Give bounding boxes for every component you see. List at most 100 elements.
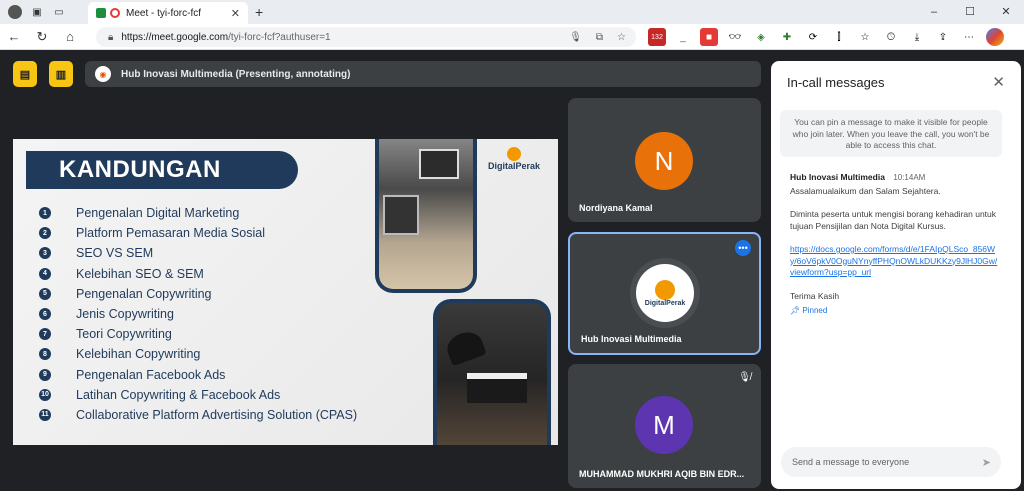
item-number: 3 [39,247,51,260]
list-item: 8 Kelebihan Copywriting [39,344,357,364]
window-controls: – ☐ ✕ [916,0,1024,24]
extension-puzzle-green-icon[interactable]: ✚ [778,28,796,46]
digitalperak-mark-icon [655,279,675,300]
close-tab-icon[interactable]: ✕ [231,7,240,20]
send-icon[interactable]: ➤ [982,456,991,469]
more-options-icon[interactable]: ••• [735,240,751,256]
minimize-button[interactable]: – [916,0,952,24]
microphone-icon[interactable]: 🎙︎ [569,32,582,43]
item-number: 5 [39,287,51,300]
avatar: DigitalPerak [636,264,694,322]
list-item: 9 Pengenalan Facebook Ads [39,365,357,385]
profile-avatar-icon[interactable] [8,5,22,19]
chat-info-note: You can pin a message to make it visible… [780,110,1002,157]
slide-photo-workspace [375,139,477,293]
url-path: /tyi-forc-fcf?authuser=1 [228,31,331,43]
presenter-avatar: ◉ [95,66,111,82]
split-screen-icon[interactable]: ⫿ [830,28,848,46]
close-icon[interactable]: ✕ [992,73,1005,91]
digitalperak-mark-icon [507,147,521,161]
item-text: Platform Pemasaran Media Sosial [76,226,265,241]
chat-message: Hub Inovasi Multimedia 10:14AM Assalamua… [790,172,1000,317]
avatar: M [635,396,693,454]
item-number: 2 [39,227,51,240]
message-instruction: Diminta peserta untuk mengisi borang keh… [790,209,997,231]
item-number: 11 [39,408,51,421]
message-sender: Hub Inovasi Multimedia [790,172,885,182]
item-text: SEO VS SEM [76,246,154,261]
pinned-badge[interactable]: 📌︎ Pinned [790,305,1000,317]
pin-icon: 📌︎ [790,306,801,315]
address-bar-row: ← ↻ ⌂ 🔒︎ https://meet.google.com /tyi-fo… [0,24,1024,50]
extension-glasses-icon[interactable]: 👓︎ [726,28,744,46]
list-item: 7 Teori Copywriting [39,324,357,344]
back-arrow-icon[interactable]: ← [0,29,28,44]
share-icon[interactable]: ⇪ [934,28,952,46]
list-item: 10 Latihan Copywriting & Facebook Ads [39,385,357,405]
message-greeting: Assalamualaikum dan Salam Sejahtera. [790,185,941,196]
participant-tile[interactable]: 🎙︎̸ M MUHAMMAD MUKHRI AQIB BIN EDR... [568,364,761,488]
app-available-icon[interactable]: ⧉ [596,32,603,43]
item-text: Pengenalan Digital Marketing [76,206,240,221]
extension-refresh-icon[interactable]: ⟳ [804,28,822,46]
list-item: 4 Kelebihan SEO & SEM [39,264,357,284]
participant-tile-active[interactable]: ••• DigitalPerak Hub Inovasi Multimedia [568,232,761,355]
reload-icon[interactable]: ↻ [28,29,56,45]
tab-actions-icon[interactable]: ▭ [52,5,66,19]
message-signoff: Terima Kasih [790,290,840,301]
presentation-controls-button[interactable]: ▤ [13,61,37,87]
item-text: Pengenalan Facebook Ads [76,367,226,382]
extension-red-icon[interactable]: ■ [700,28,718,46]
browser-tab-meet[interactable]: Meet - tyi-forc-fcf ✕ [88,2,248,24]
menu-dots-icon[interactable]: ⋯ [960,28,978,46]
participant-tile[interactable]: N Nordiyana Kamal [568,98,761,222]
item-number: 7 [39,328,51,341]
message-time: 10:14AM [893,173,926,182]
extension-underscore-icon[interactable]: _ [674,28,692,46]
chat-panel: In-call messages ✕ You can pin a message… [771,61,1021,489]
workspaces-icon[interactable]: ▣ [30,5,44,19]
extension-colorful-icon[interactable]: ◈ [752,28,770,46]
list-item: 11 Collaborative Platform Advertising Sol… [39,405,357,425]
layout-toggle-button[interactable]: ▥ [49,61,73,87]
list-item: 1 Pengenalan Digital Marketing [39,203,357,223]
restore-button[interactable]: ☐ [952,0,988,24]
meet-favicon-icon [96,8,106,18]
url-field[interactable]: 🔒︎ https://meet.google.com /tyi-forc-fcf… [96,27,636,47]
extensions-toolbar: 132 _ ■ 👓︎ ◈ ✚ ⟳ ⫿ ☆ 🕓︎ ⤓ ⇪ ⋯ [648,28,1004,46]
mic-off-icon: 🎙︎̸ [738,372,751,383]
item-number: 4 [39,267,51,280]
slide-logo: DigitalPerak [479,147,549,183]
avatar: N [635,132,693,190]
downloads-icon[interactable]: ⤓ [908,28,926,46]
chat-message-input[interactable] [792,457,972,467]
extension-calendar-icon[interactable]: 132 [648,28,666,46]
participant-name: MUHAMMAD MUKHRI AQIB BIN EDR... [579,469,745,479]
tab-title: Meet - tyi-forc-fcf [126,7,202,19]
form-link[interactable]: https://docs.google.com/forms/d/e/1FAIpQ… [790,244,997,277]
slide-agenda-list: 1 Pengenalan Digital Marketing 2 Platform P… [39,203,357,425]
copilot-icon[interactable] [986,28,1004,46]
list-item: 6 Jenis Copywriting [39,304,357,324]
item-number: 6 [39,308,51,321]
star-icon[interactable]: ☆ [617,32,626,43]
close-window-button[interactable]: ✕ [988,0,1024,24]
participant-name: Hub Inovasi Multimedia [581,334,682,344]
item-number: 8 [39,348,51,361]
home-icon[interactable]: ⌂ [56,29,84,44]
slide-photo-lamp [433,299,551,445]
url-host: https://meet.google.com [121,31,229,43]
new-tab-button[interactable]: + [255,4,263,20]
chat-input-box: ➤ [781,447,1001,477]
favorites-icon[interactable]: ☆ [856,28,874,46]
participant-name: Nordiyana Kamal [579,203,653,213]
presenter-bar: ◉ Hub Inovasi Multimedia (Presenting, an… [85,61,761,87]
item-number: 9 [39,368,51,381]
item-text: Kelebihan Copywriting [76,347,201,362]
item-number: 10 [39,388,51,401]
shared-slide: KANDUNGAN 1 Pengenalan Digital Marketing 2… [13,139,558,445]
slide-heading: KANDUNGAN [26,151,298,189]
history-icon[interactable]: 🕓︎ [882,28,900,46]
item-text: Collaborative Platform Advertising Solut… [76,407,358,422]
presenting-title: Hub Inovasi Multimedia (Presenting, anno… [121,68,351,80]
